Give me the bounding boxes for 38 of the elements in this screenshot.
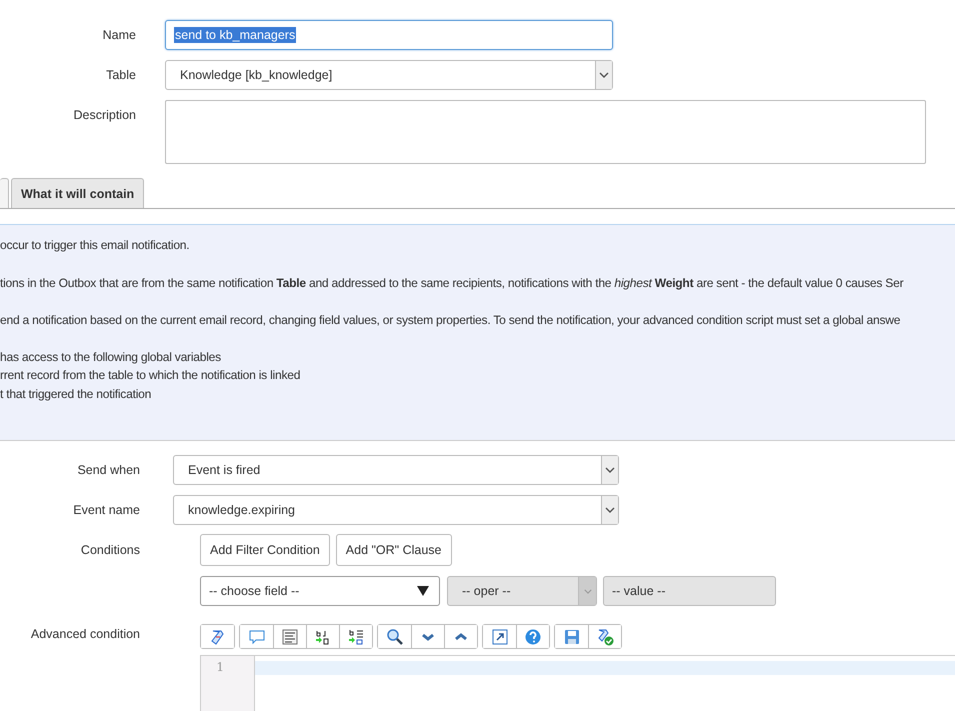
field-label: Name [102,27,137,42]
chevron-down-icon [605,467,615,473]
choose-field-select[interactable]: -- choose field -- [200,576,440,606]
check-icon [596,628,614,646]
text-lines-icon [281,628,299,646]
tab[interactable]: What it will contain [11,178,144,208]
expand-icon [490,628,508,646]
speech-bubble-icon [248,628,266,646]
script-icon [208,628,226,646]
help-text: rrent record from the table to which the notification is linked [0,367,302,384]
help-text: end a notification based on the current email record, changing field values, or system properties. To send the notification, your advanced condition script must set a global answe [0,312,902,329]
condition-button[interactable]: Add Filter Condition [200,534,330,566]
help-text: t that triggered the notification [0,386,152,402]
help-text: occur to trigger this email notification. [0,237,190,254]
description-field[interactable] [165,100,926,164]
dropdown[interactable]: Event is fired [173,455,619,485]
save-icon [562,628,580,646]
dropdown[interactable]: knowledge.expiring [173,495,619,525]
search-icon [386,628,404,646]
field-label: Table [105,67,137,82]
table-select[interactable]: Knowledge [kb_knowledge] [165,60,613,90]
condition-button[interactable]: Add "OR" Clause [336,534,452,566]
toolbar-button[interactable] [339,625,372,648]
chevron-down-icon [599,72,609,78]
help-text: has access to the following global variables [0,348,222,366]
field-label: Advanced condition [30,626,141,641]
line-number: 1 [216,660,224,674]
chevron-down-icon [605,507,615,513]
help-icon [524,628,542,646]
triangle-down-icon [417,586,429,596]
help-text: tions in the Outbox that are from the same notification Table and addressed to the same recipients, notifications with the highest Weight are sent - the default value 0 causes Ser [0,274,904,292]
field-label: Send when [76,462,141,477]
field-label: Description [72,107,137,122]
field-label: Event name [72,502,141,517]
name-field[interactable]: send to kb_managers [165,20,613,50]
replace-all-icon [347,628,365,646]
field-label: Conditions [80,542,141,557]
chevron-down-icon [584,588,592,594]
